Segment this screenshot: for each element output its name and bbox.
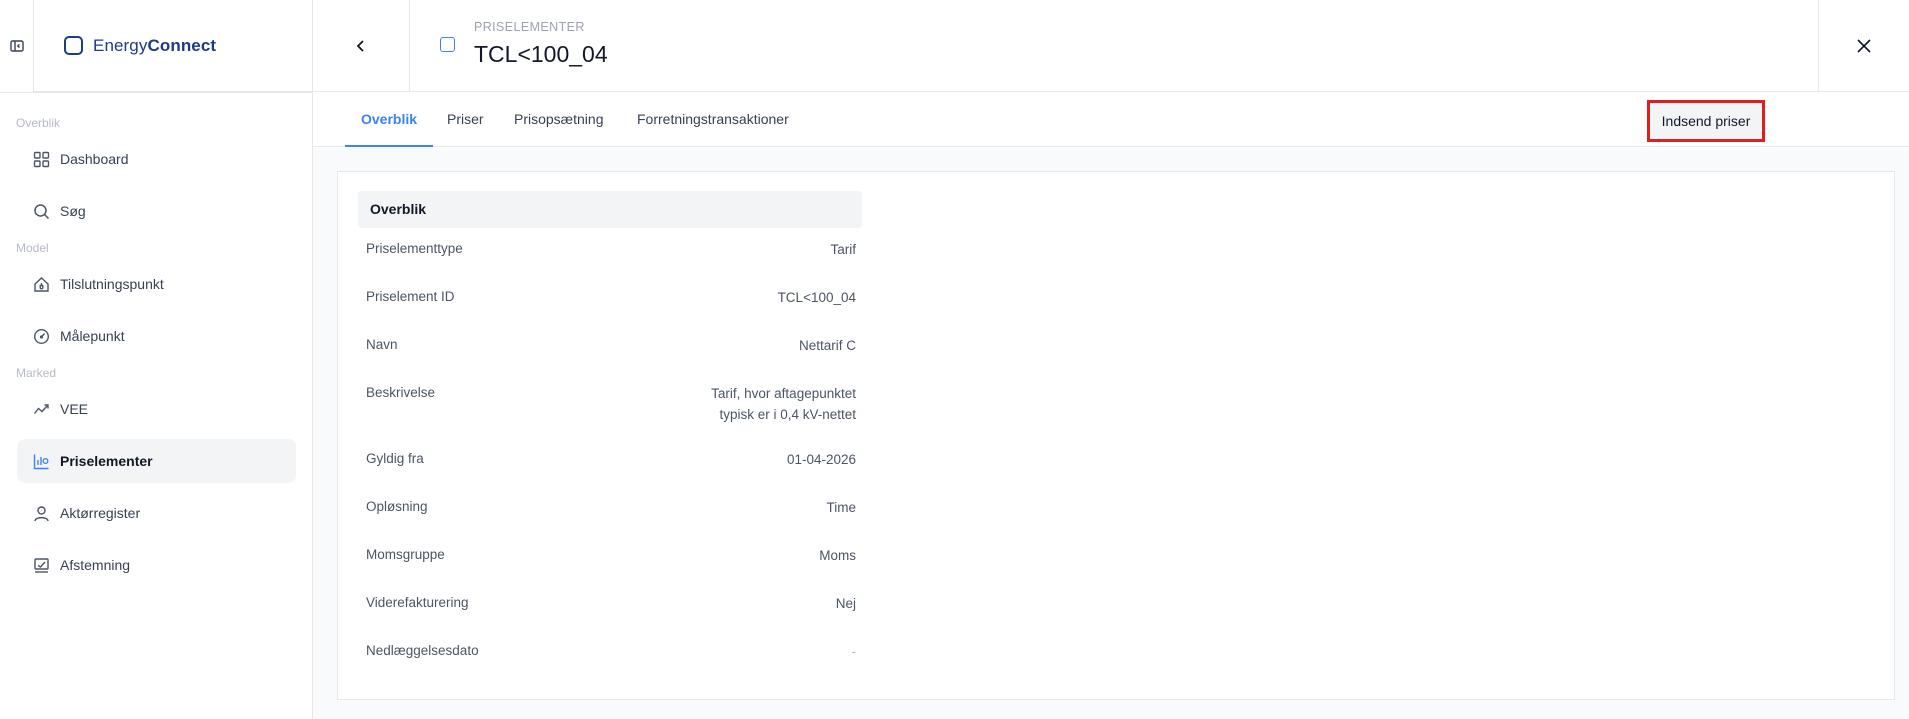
sidebar-item-actor-register[interactable]: Aktørregister: [17, 491, 296, 535]
sidebar-nav: Overblik Dashboard Søg Model Tilslutning…: [0, 92, 313, 587]
description-line: Tarif, hvor aftagepunktet: [711, 386, 856, 401]
sidebar-item-price-elements[interactable]: Priselementer: [17, 439, 296, 483]
collapse-sidebar-button[interactable]: [0, 0, 34, 92]
sidebar-item-label: Priselementer: [60, 453, 153, 469]
overview-card: Overblik Priselementtype Tarif Priseleme…: [337, 171, 1895, 700]
detail-label: Beskrivelse: [366, 385, 436, 400]
tab-overview[interactable]: Overblik: [344, 93, 434, 147]
detail-value: Moms: [819, 548, 856, 563]
detail-value: Nej: [835, 596, 856, 611]
detail-value: Time: [826, 500, 857, 515]
detail-label: Nedlæggelsesdato: [366, 643, 479, 658]
sidebar-item-dashboard[interactable]: Dashboard: [17, 137, 296, 181]
gauge-icon: [33, 328, 50, 344]
detail-value: 01-04-2026: [786, 452, 856, 467]
search-icon: [34, 203, 50, 219]
page-title: TCL<100_04: [474, 41, 608, 67]
sidebar-item-label: Tilslutningspunkt: [60, 276, 164, 292]
home-plug-icon: [34, 276, 49, 292]
sidebar-item-label: Søg: [60, 203, 86, 219]
sidebar-item-label: Aktørregister: [60, 505, 141, 521]
check-chart-icon: [34, 557, 49, 573]
brand-name: EnergyConnect: [93, 35, 217, 55]
detail-value: -: [851, 644, 857, 659]
sidebar-item-settlement[interactable]: Afstemning: [17, 543, 296, 587]
detail-label: Priselement ID: [366, 289, 455, 304]
detail-value: Tarif, hvor aftagepunktet typisk er i 0,…: [711, 383, 856, 425]
detail-label: Viderefakturering: [366, 595, 469, 610]
close-button[interactable]: [1818, 0, 1909, 92]
sidebar-item-label: VEE: [60, 401, 89, 417]
close-icon: [1857, 39, 1871, 53]
back-button[interactable]: [313, 0, 410, 92]
price-chart-icon: [33, 454, 49, 469]
section-label-overview: Overblik: [16, 116, 61, 130]
page-subtitle: PRISELEMENTER: [474, 20, 585, 34]
detail-label: Momsgruppe: [366, 547, 445, 562]
tab-bar: Overblik Priser Prisopsætning Forretning…: [313, 93, 1909, 147]
detail-label: Priselementtype: [366, 241, 463, 256]
detail-value: Nettarif C: [798, 338, 856, 353]
sidebar-item-label: Afstemning: [60, 557, 131, 573]
card-title: Overblik: [358, 191, 862, 228]
sidebar-item-label: Dashboard: [60, 151, 129, 167]
detail-value: Tarif: [830, 242, 856, 257]
logo-icon: [64, 36, 83, 55]
description-line: typisk er i 0,4 kV-nettet: [719, 407, 856, 422]
detail-label: Navn: [366, 337, 398, 352]
chevron-left-icon: [356, 40, 364, 52]
user-icon: [34, 505, 49, 521]
tab-prices[interactable]: Priser: [447, 93, 484, 147]
sidebar-toggle-icon: [9, 40, 24, 52]
sidebar-item-search[interactable]: Søg: [17, 189, 296, 233]
sidebar-item-metering-point[interactable]: Målepunkt: [17, 314, 296, 358]
sidebar-item-vee[interactable]: VEE: [17, 387, 296, 431]
trend-icon: [33, 403, 49, 414]
detail-label: Opløsning: [366, 499, 428, 514]
section-label-market: Marked: [16, 366, 57, 380]
price-element-icon: [440, 37, 455, 52]
submit-prices-button[interactable]: Indsend priser: [1647, 100, 1765, 142]
page-header: PRISELEMENTER TCL<100_04: [313, 0, 1909, 92]
section-label-model: Model: [16, 241, 49, 255]
detail-value: TCL<100_04: [777, 290, 856, 305]
main-content: Overblik Priselementtype Tarif Priseleme…: [313, 148, 1909, 719]
sidebar-item-connection-point[interactable]: Tilslutningspunkt: [17, 262, 296, 306]
detail-label: Gyldig fra: [366, 451, 424, 466]
grid-icon: [33, 151, 50, 167]
tab-price-setup[interactable]: Prisopsætning: [514, 93, 604, 147]
sidebar-item-label: Målepunkt: [60, 328, 125, 344]
brand-logo[interactable]: EnergyConnect: [34, 0, 313, 92]
tab-business-transactions[interactable]: Forretningstransaktioner: [637, 93, 789, 147]
